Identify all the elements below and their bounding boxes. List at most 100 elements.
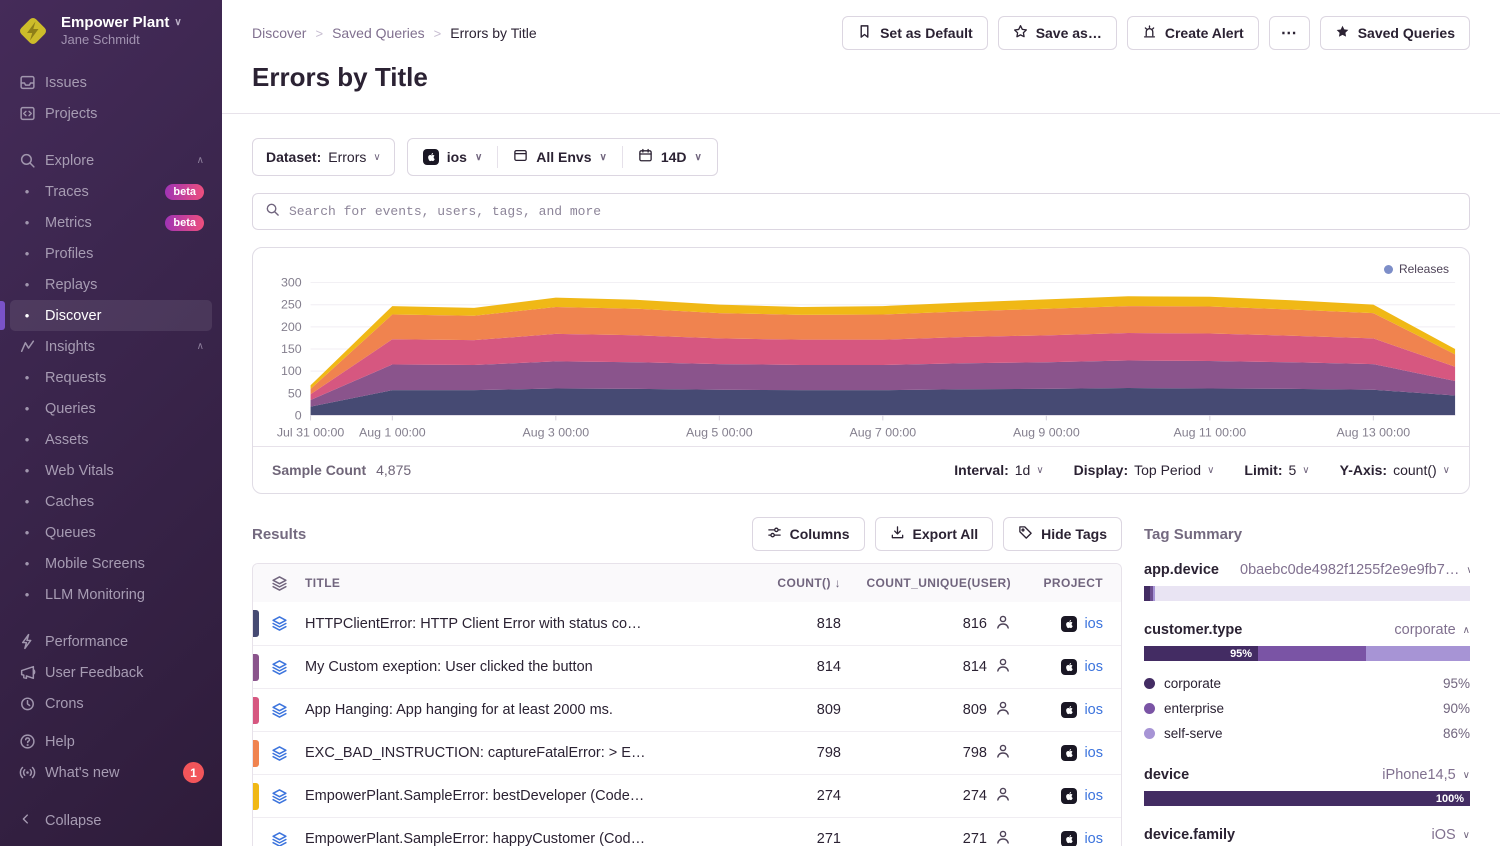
error-title[interactable]: My Custom exeption: User clicked the but… bbox=[305, 659, 661, 675]
error-title[interactable]: EmpowerPlant.SampleError: happyCustomer … bbox=[305, 831, 661, 846]
columns-button[interactable]: Columns bbox=[752, 517, 865, 551]
error-title[interactable]: HTTPClientError: HTTP Client Error with … bbox=[305, 616, 661, 632]
sidebar-item-assets[interactable]: •Assets bbox=[10, 424, 212, 455]
project-cell: ios bbox=[1011, 702, 1121, 718]
tag-distribution-bar[interactable]: 95% bbox=[1144, 646, 1470, 661]
environment-filter[interactable]: All Envs ∨ bbox=[498, 139, 622, 175]
sidebar-item-explore[interactable]: Explore∧ bbox=[10, 145, 212, 176]
series-color-bar bbox=[253, 783, 259, 810]
sidebar-item-traces[interactable]: •Tracesbeta bbox=[10, 176, 212, 207]
sidebar-item-issues[interactable]: Issues bbox=[10, 67, 212, 98]
count-value: 798 bbox=[661, 745, 841, 761]
series-color-bar bbox=[253, 610, 259, 637]
sidebar-item-mobile-screens[interactable]: •Mobile Screens bbox=[10, 548, 212, 579]
stack-icon[interactable] bbox=[253, 831, 305, 846]
saved-queries-button[interactable]: Saved Queries bbox=[1320, 16, 1470, 50]
sidebar-item-metrics[interactable]: •Metricsbeta bbox=[10, 207, 212, 238]
sidebar-collapse-button[interactable]: Collapse bbox=[0, 798, 222, 846]
org-switcher[interactable]: Empower Plant∨ Jane Schmidt bbox=[0, 0, 222, 59]
date-range-filter[interactable]: 14D ∨ bbox=[623, 139, 717, 175]
column-header-count-unique[interactable]: COUNT_UNIQUE(USER) bbox=[841, 576, 1011, 590]
save-as-button[interactable]: Save as… bbox=[998, 16, 1117, 50]
tag-top-value[interactable]: corporate ∧ bbox=[1394, 622, 1470, 638]
stack-icon[interactable] bbox=[253, 788, 305, 805]
sidebar-item-replays[interactable]: •Replays bbox=[10, 269, 212, 300]
sidebar-item-help[interactable]: Help bbox=[10, 726, 212, 757]
sidebar-item-projects[interactable]: Projects bbox=[10, 98, 212, 129]
stack-icon[interactable] bbox=[253, 615, 305, 632]
create-alert-button[interactable]: Create Alert bbox=[1127, 16, 1259, 50]
tag-value-row[interactable]: corporate 95% bbox=[1144, 671, 1470, 696]
column-header-project[interactable]: PROJECT bbox=[1011, 576, 1121, 590]
sidebar-item-performance[interactable]: Performance bbox=[10, 626, 212, 657]
project-filter[interactable]: ios ∨ bbox=[408, 139, 498, 175]
project-link[interactable]: ios bbox=[1084, 616, 1103, 632]
stack-icon[interactable] bbox=[253, 659, 305, 676]
chart-legend[interactable]: Releases bbox=[1384, 262, 1449, 276]
sidebar-item-profiles[interactable]: •Profiles bbox=[10, 238, 212, 269]
column-header-count[interactable]: COUNT() ↓ bbox=[661, 576, 841, 590]
error-title[interactable]: EmpowerPlant.SampleError: bestDeveloper … bbox=[305, 788, 661, 804]
sidebar-item-web-vitals[interactable]: •Web Vitals bbox=[10, 455, 212, 486]
user-icon[interactable] bbox=[995, 657, 1011, 677]
error-title[interactable]: App Hanging: App hanging for at least 20… bbox=[305, 702, 661, 718]
sidebar-item-discover[interactable]: •Discover bbox=[10, 300, 212, 331]
project-link[interactable]: ios bbox=[1084, 702, 1103, 718]
hide-tags-button[interactable]: Hide Tags bbox=[1003, 517, 1122, 551]
set-as-default-button[interactable]: Set as Default bbox=[842, 16, 988, 50]
project-link[interactable]: ios bbox=[1084, 659, 1103, 675]
project-link[interactable]: ios bbox=[1084, 745, 1103, 761]
chart-svg-container: 050100150200250300Jul 31 00:00Aug 1 00:0… bbox=[259, 254, 1465, 446]
project-cell: ios bbox=[1011, 745, 1121, 761]
project-cell: ios bbox=[1011, 831, 1121, 846]
sidebar-item-what-s-new[interactable]: What's new1 bbox=[10, 757, 212, 788]
project-link[interactable]: ios bbox=[1084, 788, 1103, 804]
page-title: Errors by Title bbox=[252, 62, 1470, 93]
sidebar-item-queues[interactable]: •Queues bbox=[10, 517, 212, 548]
results-section: Results Columns Export All Hide Tags bbox=[252, 516, 1122, 846]
chart-control-limit[interactable]: Limit:5∨ bbox=[1244, 462, 1309, 478]
sidebar-item-crons[interactable]: Crons bbox=[10, 688, 212, 719]
sidebar-item-caches[interactable]: •Caches bbox=[10, 486, 212, 517]
clock-icon bbox=[18, 695, 36, 712]
user-icon[interactable] bbox=[995, 786, 1011, 806]
user-icon[interactable] bbox=[995, 614, 1011, 634]
svg-text:250: 250 bbox=[281, 298, 302, 312]
chart-control-y-axis[interactable]: Y-Axis:count()∨ bbox=[1340, 462, 1450, 478]
user-icon[interactable] bbox=[995, 700, 1011, 720]
count-unique-value: 274 bbox=[841, 786, 1011, 806]
svg-text:Aug 9 00:00: Aug 9 00:00 bbox=[1013, 425, 1080, 439]
breadcrumb-discover[interactable]: Discover bbox=[252, 25, 306, 41]
svg-text:300: 300 bbox=[281, 276, 302, 290]
svg-text:Aug 7 00:00: Aug 7 00:00 bbox=[849, 425, 916, 439]
error-title[interactable]: EXC_BAD_INSTRUCTION: captureFatalError: … bbox=[305, 745, 661, 761]
stacked-area-chart[interactable]: Releases 050100150200250300Jul 31 00:00A… bbox=[253, 248, 1469, 446]
sidebar-item-insights[interactable]: Insights∧ bbox=[10, 331, 212, 362]
breadcrumb-saved-queries[interactable]: Saved Queries bbox=[332, 25, 425, 41]
series-color-bar bbox=[253, 740, 259, 767]
tag-top-value[interactable]: iPhone14,5 ∨ bbox=[1382, 767, 1470, 783]
tag-top-value[interactable]: iOS ∨ bbox=[1432, 827, 1471, 843]
tag-value-row[interactable]: self-serve 86% bbox=[1144, 721, 1470, 746]
tag-distribution-bar[interactable]: 100% bbox=[1144, 791, 1470, 806]
column-header-title[interactable]: TITLE bbox=[305, 576, 661, 590]
sidebar-item-queries[interactable]: •Queries bbox=[10, 393, 212, 424]
sidebar-item-llm-monitoring[interactable]: •LLM Monitoring bbox=[10, 579, 212, 610]
project-link[interactable]: ios bbox=[1084, 831, 1103, 846]
page-content: Dataset: Errors ∨ ios ∨ All Envs ∨ bbox=[222, 114, 1500, 846]
stack-icon[interactable] bbox=[253, 745, 305, 762]
chart-control-interval[interactable]: Interval:1d∨ bbox=[954, 462, 1043, 478]
export-all-button[interactable]: Export All bbox=[875, 517, 994, 551]
search-input[interactable] bbox=[289, 204, 1457, 219]
dataset-selector[interactable]: Dataset: Errors ∨ bbox=[252, 138, 395, 176]
tag-top-value[interactable]: 0baebc0de4982f1255f2e9e9fb7… ∨ bbox=[1240, 562, 1470, 578]
sidebar-item-requests[interactable]: •Requests bbox=[10, 362, 212, 393]
chart-control-display[interactable]: Display:Top Period∨ bbox=[1074, 462, 1215, 478]
user-icon[interactable] bbox=[995, 743, 1011, 763]
tag-value-row[interactable]: enterprise 90% bbox=[1144, 696, 1470, 721]
stack-icon[interactable] bbox=[253, 702, 305, 719]
sidebar-item-user-feedback[interactable]: User Feedback bbox=[10, 657, 212, 688]
tag-distribution-bar[interactable] bbox=[1144, 586, 1470, 601]
user-icon[interactable] bbox=[995, 829, 1011, 846]
more-options-button[interactable]: ⋯ bbox=[1269, 16, 1310, 50]
